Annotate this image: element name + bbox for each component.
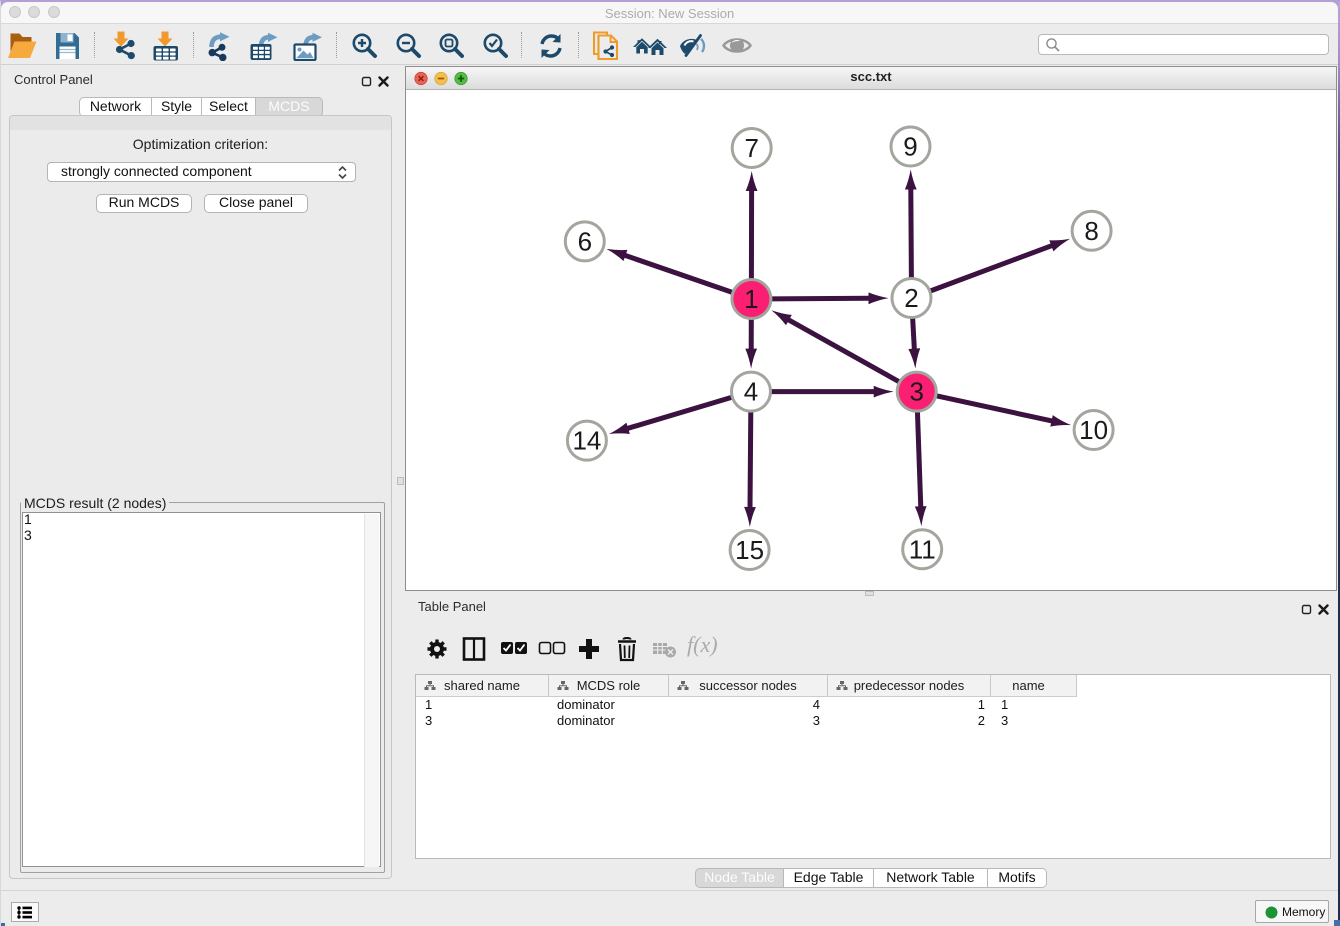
svg-text:4: 4: [744, 377, 758, 407]
svg-text:15: 15: [735, 535, 764, 565]
svg-text:8: 8: [1084, 216, 1098, 246]
svg-text:14: 14: [572, 426, 601, 456]
svg-text:2: 2: [904, 283, 918, 313]
svg-text:7: 7: [744, 133, 758, 163]
svg-text:11: 11: [909, 534, 936, 564]
svg-text:3: 3: [909, 377, 923, 407]
svg-text:6: 6: [578, 226, 592, 256]
svg-text:1: 1: [744, 284, 758, 314]
svg-text:10: 10: [1079, 415, 1108, 445]
svg-text:9: 9: [903, 132, 917, 162]
